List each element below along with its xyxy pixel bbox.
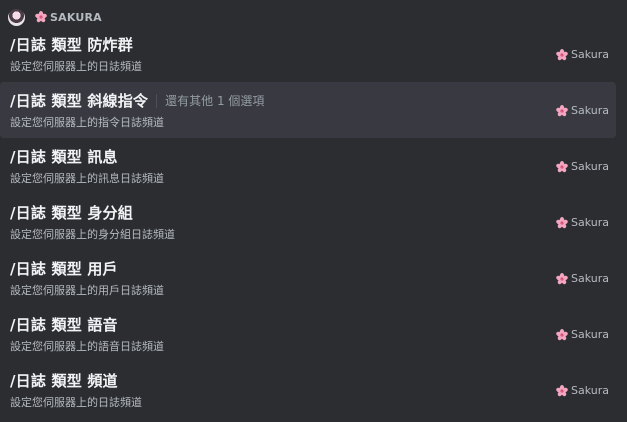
command-description: 設定您伺服器上的身分組日誌頻道 — [10, 228, 175, 241]
command-description: 設定您伺服器上的訊息日誌頻道 — [10, 172, 164, 185]
command-title-line: /日誌 類型 用戶 — [10, 258, 118, 279]
source-label: Sakura — [571, 384, 609, 397]
sakura-flower-icon — [556, 384, 568, 397]
command-item[interactable]: /日誌 類型 防炸群 設定您伺服器上的日誌頻道 Sakura — [0, 26, 616, 82]
source-label: Sakura — [571, 48, 609, 61]
sakura-flower-icon — [556, 160, 568, 173]
source-label: Sakura — [571, 216, 609, 229]
sakura-flower-icon — [556, 328, 568, 341]
command-source: Sakura — [556, 104, 609, 117]
command-name: /日誌 類型 身分組 — [10, 204, 133, 222]
command-title-line: /日誌 類型 防炸群 — [10, 34, 133, 55]
sakura-flower-icon — [556, 272, 568, 285]
command-title-line: /日誌 類型 頻道 — [10, 370, 118, 391]
source-label: Sakura — [571, 272, 609, 285]
command-source: Sakura — [556, 384, 609, 397]
command-name: /日誌 類型 斜線指令 — [10, 92, 149, 110]
command-item[interactable]: /日誌 類型 身分組 設定您伺服器上的身分組日誌頻道 Sakura — [0, 194, 616, 250]
bot-avatar — [8, 9, 25, 26]
source-label: Sakura — [571, 160, 609, 173]
command-name: /日誌 類型 頻道 — [10, 372, 118, 390]
more-options-hint: 還有其他 1 個選項 — [156, 93, 264, 108]
command-title-line: /日誌 類型 斜線指令 還有其他 1 個選項 — [10, 90, 264, 111]
sakura-flower-icon — [556, 104, 568, 117]
command-name: /日誌 類型 防炸群 — [10, 36, 133, 54]
source-label: Sakura — [571, 328, 609, 341]
command-source: Sakura — [556, 48, 609, 61]
command-description: 設定您伺服器上的語音日誌頻道 — [10, 340, 164, 353]
bot-name: SAKURA — [50, 10, 102, 24]
command-title-line: /日誌 類型 身分組 — [10, 202, 133, 223]
command-item-selected[interactable]: /日誌 類型 斜線指令 還有其他 1 個選項 設定您伺服器上的指令日誌頻道 Sa… — [0, 82, 616, 138]
command-description: 設定您伺服器上的日誌頻道 — [10, 396, 142, 409]
command-title-line: /日誌 類型 訊息 — [10, 146, 118, 167]
command-source: Sakura — [556, 272, 609, 285]
sakura-flower-icon — [35, 11, 47, 23]
command-name: /日誌 類型 用戶 — [10, 260, 118, 278]
command-description: 設定您伺服器上的指令日誌頻道 — [10, 116, 164, 129]
command-source: Sakura — [556, 216, 609, 229]
command-item[interactable]: /日誌 類型 語音 設定您伺服器上的語音日誌頻道 Sakura — [0, 306, 616, 362]
command-source: Sakura — [556, 160, 609, 173]
sakura-flower-icon — [556, 48, 568, 61]
command-name: /日誌 類型 訊息 — [10, 148, 118, 166]
command-name: /日誌 類型 語音 — [10, 316, 118, 334]
command-item[interactable]: /日誌 類型 頻道 設定您伺服器上的日誌頻道 Sakura — [0, 362, 616, 418]
command-description: 設定您伺服器上的用戶日誌頻道 — [10, 284, 164, 297]
command-item[interactable]: /日誌 類型 訊息 設定您伺服器上的訊息日誌頻道 Sakura — [0, 138, 616, 194]
bot-name-group: SAKURA — [35, 10, 102, 24]
command-title-line: /日誌 類型 語音 — [10, 314, 118, 335]
source-label: Sakura — [571, 104, 609, 117]
command-description: 設定您伺服器上的日誌頻道 — [10, 60, 142, 73]
command-source: Sakura — [556, 328, 609, 341]
sakura-flower-icon — [556, 216, 568, 229]
command-item[interactable]: /日誌 類型 用戶 設定您伺服器上的用戶日誌頻道 Sakura — [0, 250, 616, 306]
